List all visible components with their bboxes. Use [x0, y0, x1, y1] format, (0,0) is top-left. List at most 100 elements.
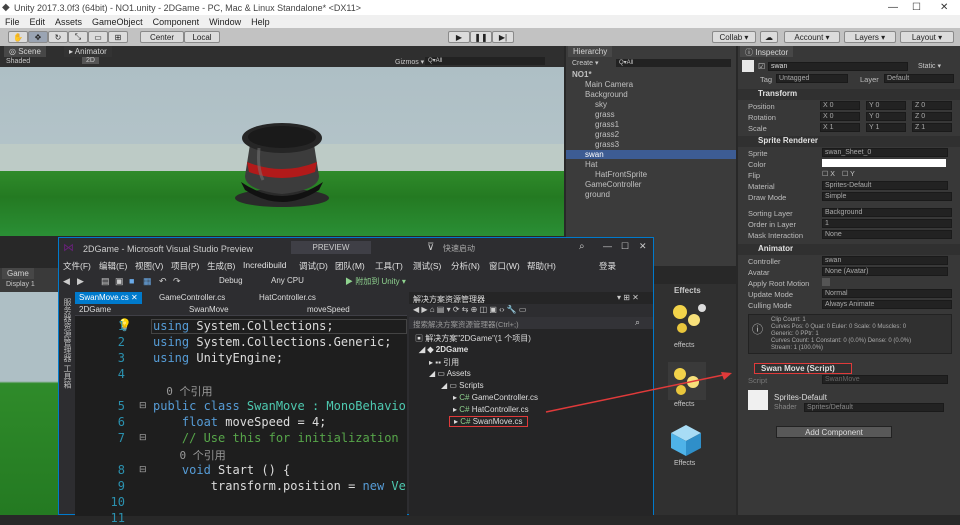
vs-menu-incredibuild[interactable]: Incredibuild	[243, 260, 286, 270]
forward-icon[interactable]: ▶	[77, 276, 84, 287]
side-tool-tabs[interactable]: 服务器资源管理器 工具箱	[59, 292, 73, 442]
menu-component[interactable]: Component	[153, 17, 200, 27]
rotate-tool-icon[interactable]: ↻	[48, 31, 68, 43]
collapse-icon[interactable]: ⊟	[139, 464, 147, 475]
save-icon[interactable]: ■	[129, 276, 134, 286]
vs-menu-test[interactable]: 测试(S)	[413, 260, 441, 272]
open-icon[interactable]: ▣	[115, 276, 124, 287]
tree-item-selected[interactable]: ▸ C# SwanMove.cs	[449, 416, 528, 427]
pin-icon[interactable]: ▾ ⊞ ✕	[617, 293, 639, 302]
gizmos-dropdown[interactable]: Gizmos ▾	[395, 58, 424, 66]
collapse-icon[interactable]: ⊟	[139, 400, 147, 411]
nav-class-dropdown[interactable]: SwanMove	[189, 305, 229, 314]
minimize-icon[interactable]: —	[888, 2, 898, 13]
list-item[interactable]: ground	[585, 190, 610, 199]
filter-icon[interactable]: ⊽	[427, 242, 434, 253]
vs-menu-help[interactable]: 帮助(H)	[527, 260, 556, 272]
color-swatch[interactable]	[822, 159, 946, 167]
menu-assets[interactable]: Assets	[55, 17, 82, 27]
menu-window[interactable]: Window	[209, 17, 241, 27]
order-in-layer-field[interactable]: 1	[822, 219, 952, 228]
rotation-y-field[interactable]: Y 0	[866, 112, 906, 121]
tab-hierarchy[interactable]: Hierarchy	[568, 46, 613, 57]
list-item[interactable]: grass	[595, 110, 615, 119]
avatar-field[interactable]: None (Avatar)	[822, 267, 948, 276]
cube-asset-icon[interactable]	[668, 422, 704, 458]
tree-item[interactable]: ◢ ◆ 2DGame	[419, 345, 468, 354]
list-item[interactable]: grass1	[595, 120, 619, 129]
scale-tool-icon[interactable]: ⤡	[68, 31, 88, 43]
search-icon[interactable]: ⌕	[579, 241, 585, 252]
attach-unity-button[interactable]: ▶ 附加到 Unity ▾	[345, 276, 406, 287]
tab-animator[interactable]: ▸ Animator	[64, 46, 112, 57]
list-item[interactable]: Background	[585, 90, 628, 99]
vs-menu-analyze[interactable]: 分析(N)	[451, 260, 480, 272]
platform-dropdown[interactable]: Any CPU	[271, 276, 331, 288]
list-item[interactable]: Hat	[585, 160, 597, 169]
tree-item[interactable]: ◢ ▭ Scripts	[441, 381, 484, 390]
list-item[interactable]: grass2	[595, 130, 619, 139]
vs-menu-window[interactable]: 窗口(W)	[489, 260, 520, 272]
cloud-icon[interactable]: ☁	[760, 31, 778, 43]
hierarchy-create-button[interactable]: Create ▾	[572, 59, 598, 67]
effects-asset-icon[interactable]	[666, 298, 708, 340]
tab-swanmove[interactable]: SwanMove.cs ✕	[75, 292, 142, 304]
login-link[interactable]: 登录	[599, 260, 616, 272]
tab-inspector[interactable]: ⓘ Inspector	[740, 46, 794, 57]
undo-icon[interactable]: ↶	[159, 276, 167, 287]
collapse-icon[interactable]: ⊟	[139, 432, 147, 443]
mask-interaction-dropdown[interactable]: None	[822, 230, 952, 239]
config-dropdown[interactable]: Debug	[219, 276, 267, 288]
update-mode-dropdown[interactable]: Normal	[822, 289, 952, 298]
transform-header[interactable]: Transform	[738, 89, 960, 100]
flip-y-checkbox[interactable]: ☐ Y	[842, 170, 855, 178]
reference-count[interactable]: 0 个引用	[153, 383, 212, 399]
position-z-field[interactable]: Z 0	[912, 101, 952, 110]
controller-field[interactable]: swan	[822, 256, 948, 265]
scale-x-field[interactable]: X 1	[820, 123, 860, 132]
vs-menu-build[interactable]: 生成(B)	[207, 260, 235, 272]
tab-game[interactable]: Game	[2, 268, 34, 279]
hat-sprite[interactable]	[233, 118, 331, 208]
tree-item[interactable]: ◢ ▭ Assets	[429, 369, 471, 378]
shaded-dropdown[interactable]: Shaded	[6, 58, 30, 65]
collab-button[interactable]: Collab ▾	[712, 31, 756, 43]
nav-member-dropdown[interactable]: moveSpeed	[307, 305, 350, 314]
hierarchy-search-input[interactable]: Q▾All	[616, 59, 731, 67]
sprite-field[interactable]: swan_Sheet_0	[822, 148, 948, 157]
play-icon[interactable]: ▶	[448, 31, 470, 43]
scale-y-field[interactable]: Y 1	[866, 123, 906, 132]
draw-mode-dropdown[interactable]: Simple	[822, 192, 952, 201]
list-item[interactable]: Main Camera	[585, 80, 633, 89]
list-item[interactable]: HatFrontSprite	[595, 170, 647, 179]
rotation-z-field[interactable]: Z 0	[912, 112, 952, 121]
menu-help[interactable]: Help	[251, 17, 270, 27]
list-item[interactable]: grass3	[595, 140, 619, 149]
position-y-field[interactable]: Y 0	[866, 101, 906, 110]
hand-tool-icon[interactable]: ✋	[8, 31, 28, 43]
vs-menu-debug[interactable]: 调试(D)	[299, 260, 328, 272]
pivot-center-button[interactable]: Center	[140, 31, 184, 43]
project-breadcrumb[interactable]: Effects	[674, 286, 701, 295]
menu-edit[interactable]: Edit	[30, 17, 46, 27]
layers-button[interactable]: Layers ▾	[844, 31, 896, 43]
static-toggle[interactable]: Static ▾	[918, 62, 941, 70]
vs-menu-tools[interactable]: 工具(T)	[375, 260, 403, 272]
active-checkbox[interactable]: ☑	[758, 62, 765, 71]
layout-button[interactable]: Layout ▾	[900, 31, 954, 43]
scale-z-field[interactable]: Z 1	[912, 123, 952, 132]
save-all-icon[interactable]: ▦	[143, 276, 152, 287]
sorting-layer-dropdown[interactable]: Background	[822, 208, 952, 217]
nav-project-dropdown[interactable]: 2DGame	[79, 305, 111, 314]
flip-x-checkbox[interactable]: ☐ X	[822, 170, 835, 178]
quick-launch-input[interactable]: 快速启动	[443, 243, 579, 254]
vs-menu-team[interactable]: 团队(M)	[335, 260, 365, 272]
pivot-local-button[interactable]: Local	[184, 31, 220, 43]
rotation-x-field[interactable]: X 0	[820, 112, 860, 121]
menu-gameobject[interactable]: GameObject	[92, 17, 143, 27]
pause-icon[interactable]: ❚❚	[470, 31, 492, 43]
menu-file[interactable]: File	[5, 17, 20, 27]
tree-item[interactable]: ▸ C# GameController.cs	[453, 393, 538, 402]
animator-header[interactable]: Animator	[738, 244, 960, 255]
vs-menu-file[interactable]: 文件(F)	[63, 260, 91, 272]
